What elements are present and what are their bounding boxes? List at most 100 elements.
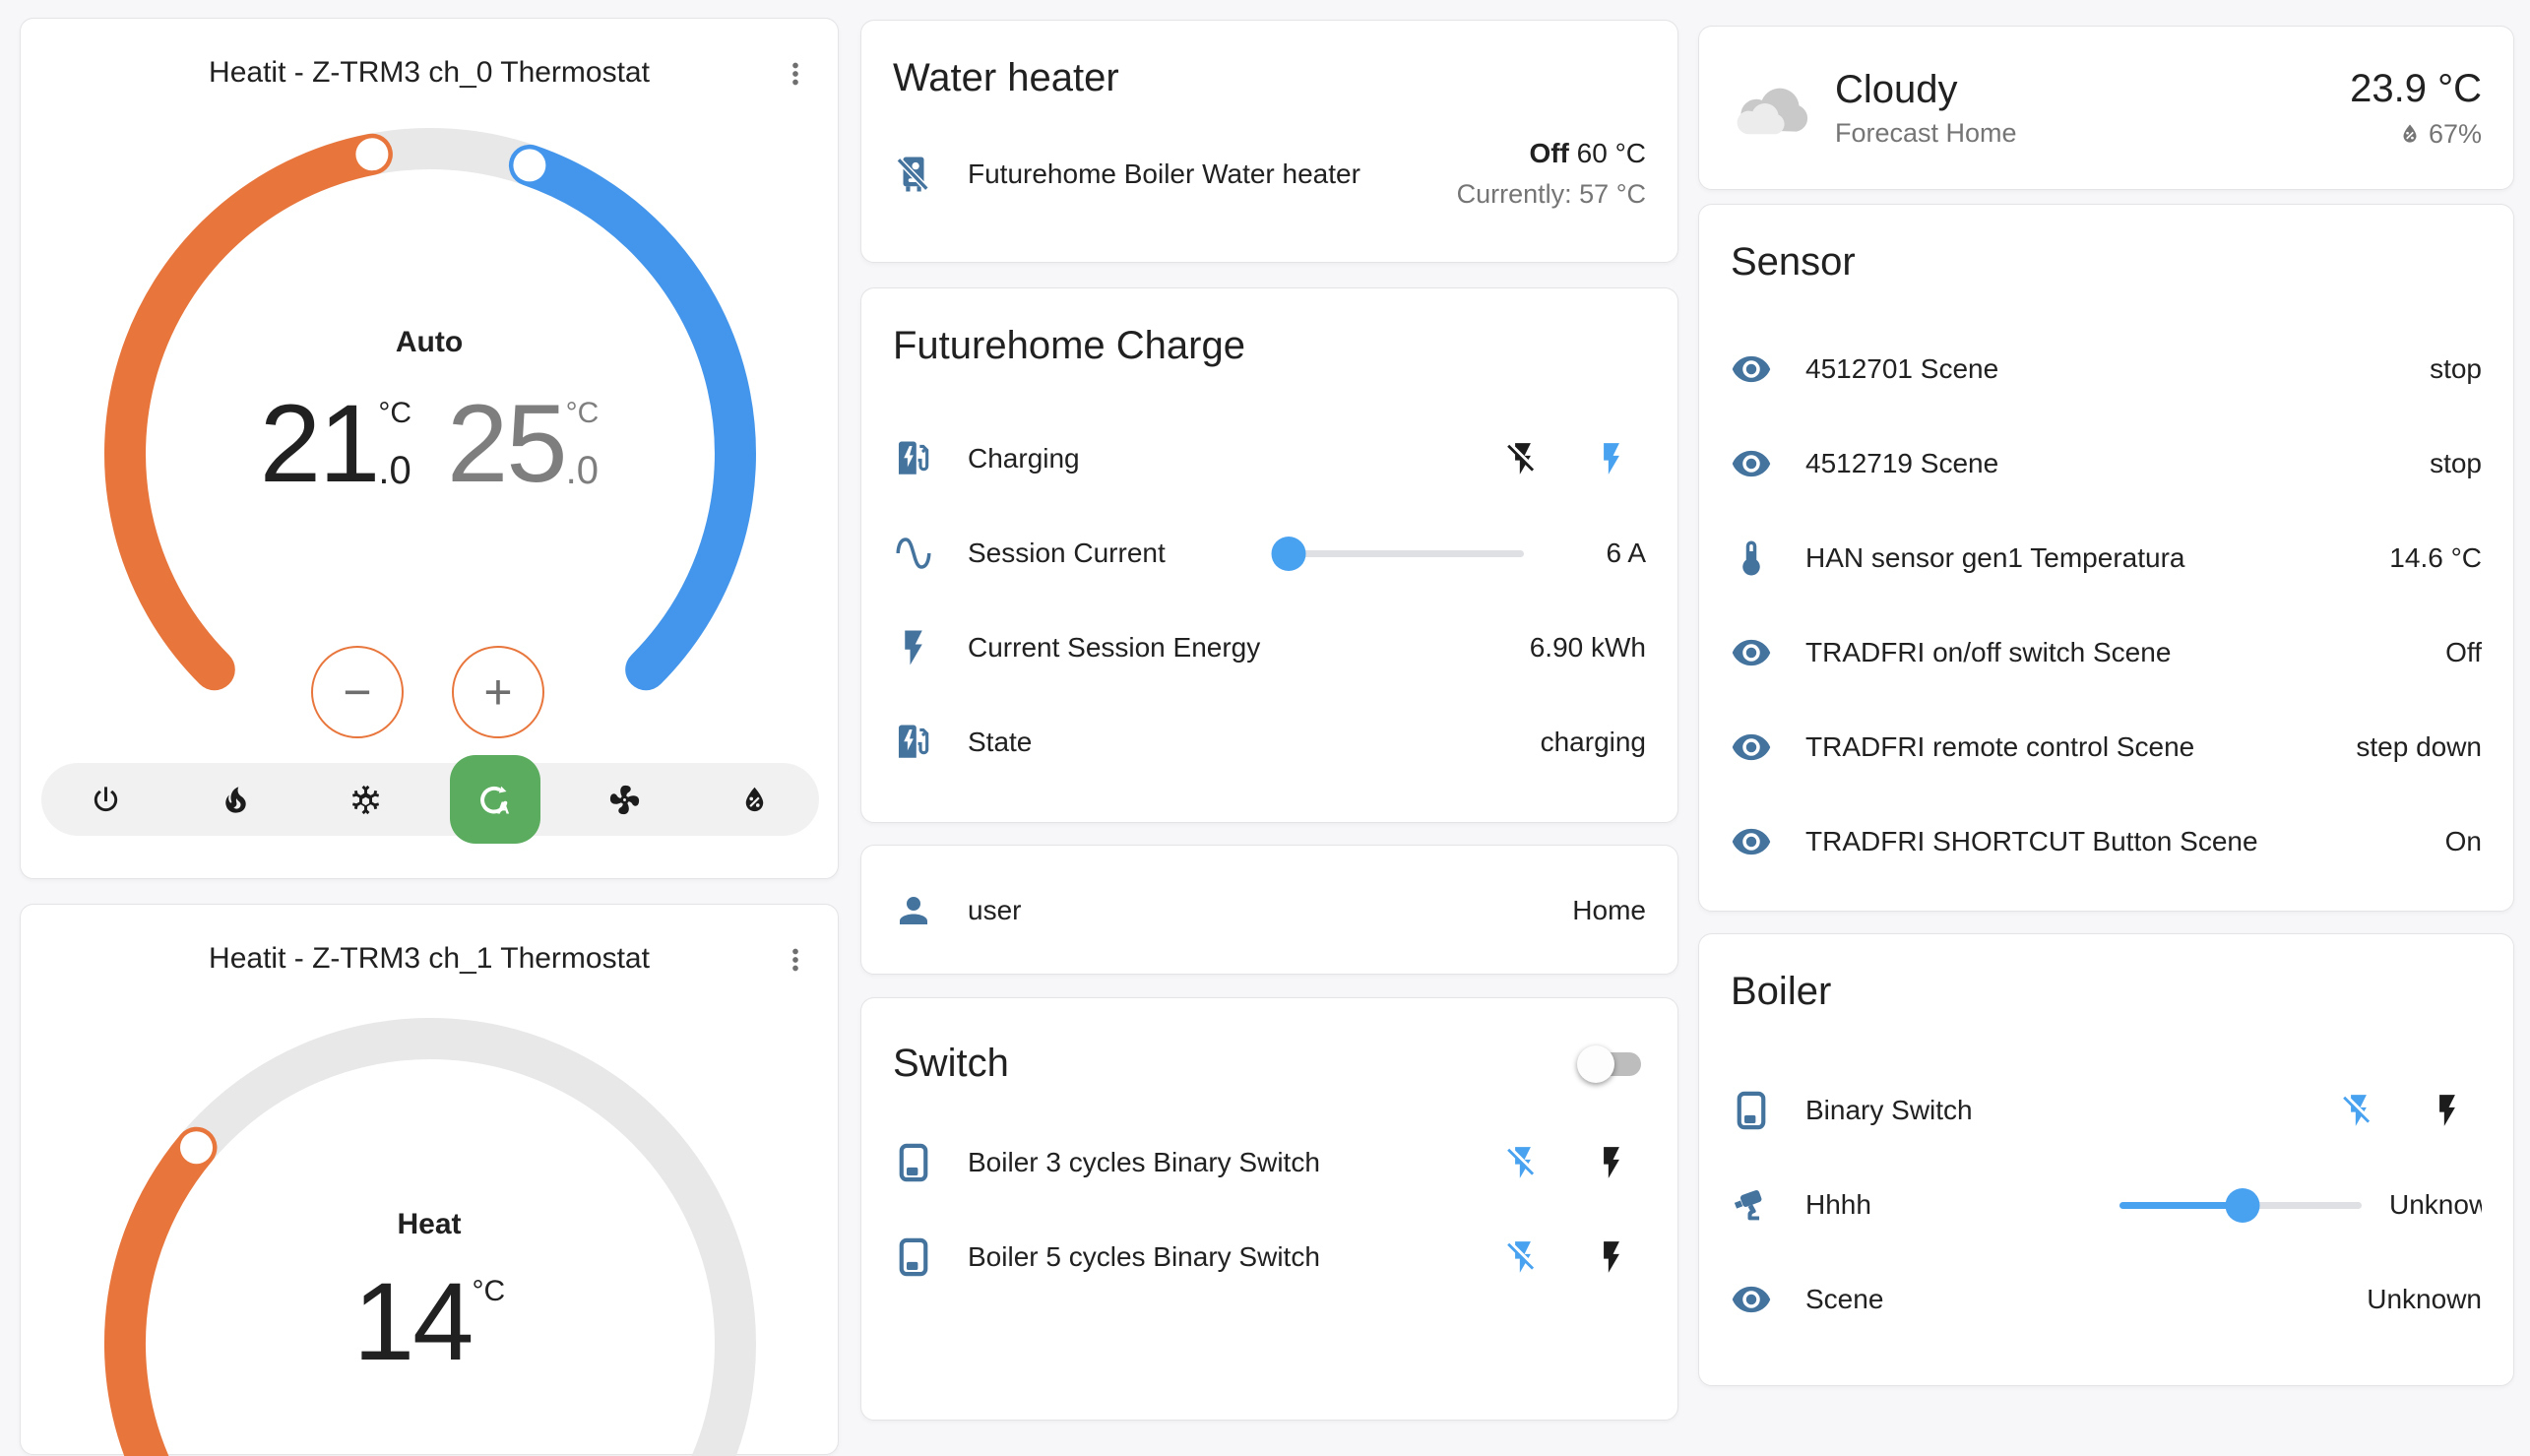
hvac-mode-bar: [41, 763, 819, 836]
slider-knob[interactable]: [1271, 537, 1305, 571]
entity-row-tradfri-remote[interactable]: TRADFRI remote control Scene step down: [1699, 700, 2513, 794]
switch-toggle[interactable]: [1577, 1044, 1646, 1085]
card-title: Water heater: [861, 21, 1677, 108]
sine-wave-icon: [893, 533, 950, 574]
flash-icon: [1593, 440, 1630, 477]
ev-station-icon: [893, 438, 950, 479]
thermostat-auto-icon: [477, 783, 512, 817]
entity-row-session-energy[interactable]: Current Session Energy 6.90 kWh: [861, 601, 1677, 695]
entity-row-scene[interactable]: Scene Unknown: [1699, 1252, 2513, 1347]
flash-icon: [893, 627, 950, 668]
eye-icon: [1731, 1279, 1788, 1320]
thermostat-card-ch0: Heatit - Z-TRM3 ch_0 Thermostat Auto 21 …: [20, 18, 839, 879]
state-value: Off: [1529, 138, 1568, 168]
eye-icon: [1731, 348, 1788, 390]
flash-icon: [1593, 1144, 1630, 1181]
entity-row-session-current[interactable]: Session Current 6 A: [861, 506, 1677, 601]
flame-icon: [219, 783, 253, 817]
session-current-slider[interactable]: [1276, 550, 1524, 557]
entity-row-han-temperature[interactable]: HAN sensor gen1 Temperatura 14.6 °C: [1699, 511, 2513, 605]
weather-temperature: 23.9 °C: [2350, 67, 2482, 111]
entity-row-scene-4512719[interactable]: 4512719 Scene stop: [1699, 416, 2513, 511]
dial-cool-handle[interactable]: [513, 149, 545, 181]
binary-switch-icon: [893, 1142, 950, 1183]
water-heater-state: Off 60 °C Currently: 57 °C: [1457, 138, 1646, 210]
humidity-icon: [737, 783, 772, 817]
humidity-icon: [2397, 121, 2423, 147]
futurehome-charge-card: Futurehome Charge Charging Session Curre…: [860, 287, 1678, 823]
hhhh-slider[interactable]: [2119, 1202, 2362, 1209]
weather-card[interactable]: Cloudy Forecast Home 23.9 °C 67%: [1698, 26, 2514, 190]
flash-icon: [2429, 1092, 2466, 1129]
entity-name: Futurehome Boiler Water heater: [968, 158, 1457, 190]
hvac-mode-label: Heat: [21, 1208, 838, 1241]
card-title: Sensor: [1699, 205, 2513, 292]
thermostat-dial[interactable]: [21, 19, 840, 728]
dial-track: [125, 1039, 735, 1456]
water-boiler-off-icon: [893, 154, 950, 195]
slider-value: Unknown: [2389, 1189, 2482, 1221]
weather-source: Forecast Home: [1835, 118, 2017, 149]
entity-row-hhhh[interactable]: Hhhh Unknown: [1699, 1158, 2513, 1252]
flash-off-icon: [1504, 1144, 1542, 1181]
water-heater-row[interactable]: Futurehome Boiler Water heater Off 60 °C…: [861, 108, 1677, 210]
entity-row-boiler5[interactable]: Boiler 5 cycles Binary Switch: [861, 1210, 1677, 1304]
target-temp: 60 °C: [1569, 138, 1646, 168]
power-icon: [89, 783, 123, 817]
entity-row-charging[interactable]: Charging: [861, 411, 1677, 506]
water-heater-card: Water heater Futurehome Boiler Water hea…: [860, 20, 1678, 263]
temperature-display: 14 °C: [21, 1271, 838, 1372]
account-icon: [893, 890, 950, 931]
entity-row-tradfri-onoff[interactable]: TRADFRI on/off switch Scene Off: [1699, 605, 2513, 700]
mode-cool-button[interactable]: [320, 763, 411, 836]
binary-switch-icon: [893, 1236, 950, 1278]
entity-row-tradfri-shortcut[interactable]: TRADFRI SHORTCUT Button Scene On: [1699, 794, 2513, 889]
eye-icon: [1731, 727, 1788, 768]
entity-row-state[interactable]: State charging: [861, 695, 1677, 790]
entity-row-scene-4512701[interactable]: 4512701 Scene stop: [1699, 322, 2513, 416]
slider-value: 6 A: [1538, 538, 1646, 569]
thermostat-dial[interactable]: [21, 905, 840, 1456]
flash-off-icon: [2340, 1092, 2377, 1129]
switch-card: Switch Boiler 3 cycles Binary Switch Boi…: [860, 997, 1678, 1421]
thermometer-icon: [1731, 538, 1788, 579]
fan-icon: [607, 783, 642, 817]
eye-icon: [1731, 632, 1788, 673]
current-temp: Currently: 57 °C: [1457, 179, 1646, 210]
thermostat-card-ch1: Heatit - Z-TRM3 ch_1 Thermostat Heat 14 …: [20, 904, 839, 1455]
mode-heat-button[interactable]: [190, 763, 281, 836]
current-temperature: 25 °C .0: [447, 393, 599, 494]
mode-fan-button[interactable]: [579, 763, 669, 836]
slider-knob[interactable]: [2226, 1188, 2260, 1223]
boiler-card: Boiler Binary Switch Hhhh Unknown Scene …: [1698, 933, 2514, 1386]
mode-auto-button[interactable]: [450, 755, 540, 844]
card-title: Futurehome Charge: [861, 288, 1677, 376]
card-title: Boiler: [1699, 934, 2513, 1022]
binary-switch-icon: [1731, 1090, 1788, 1131]
flash-icon: [1593, 1238, 1630, 1276]
target-temperature: 21 °C .0: [260, 393, 411, 494]
snowflake-icon: [348, 783, 383, 817]
mode-dry-button[interactable]: [709, 763, 799, 836]
dial-heat-handle[interactable]: [355, 138, 388, 170]
card-title: Switch: [893, 1042, 1009, 1086]
eye-icon: [1731, 821, 1788, 862]
hvac-mode-label: Auto: [21, 326, 838, 359]
ev-station-icon: [893, 722, 950, 763]
cctv-icon: [1731, 1184, 1788, 1226]
temperature-display: 21 °C .0 25 °C .0: [21, 393, 838, 494]
weather-humidity: 67%: [2350, 119, 2482, 150]
weather-condition: Cloudy: [1835, 68, 2017, 112]
user-card: user Home: [860, 845, 1678, 975]
entity-row-user[interactable]: user Home: [861, 846, 1677, 976]
sensor-card: Sensor 4512701 Scene stop 4512719 Scene …: [1698, 204, 2514, 912]
entity-row-boiler3[interactable]: Boiler 3 cycles Binary Switch: [861, 1115, 1677, 1210]
dial-heat-handle[interactable]: [180, 1131, 213, 1164]
current-temperature: 14 °C: [353, 1271, 505, 1372]
flash-off-icon: [1504, 1238, 1542, 1276]
temp-decrease-button[interactable]: −: [311, 646, 404, 738]
temp-increase-button[interactable]: +: [452, 646, 544, 738]
mode-off-button[interactable]: [61, 763, 152, 836]
cloudy-icon: [1731, 77, 1813, 140]
entity-row-binary-switch[interactable]: Binary Switch: [1699, 1063, 2513, 1158]
